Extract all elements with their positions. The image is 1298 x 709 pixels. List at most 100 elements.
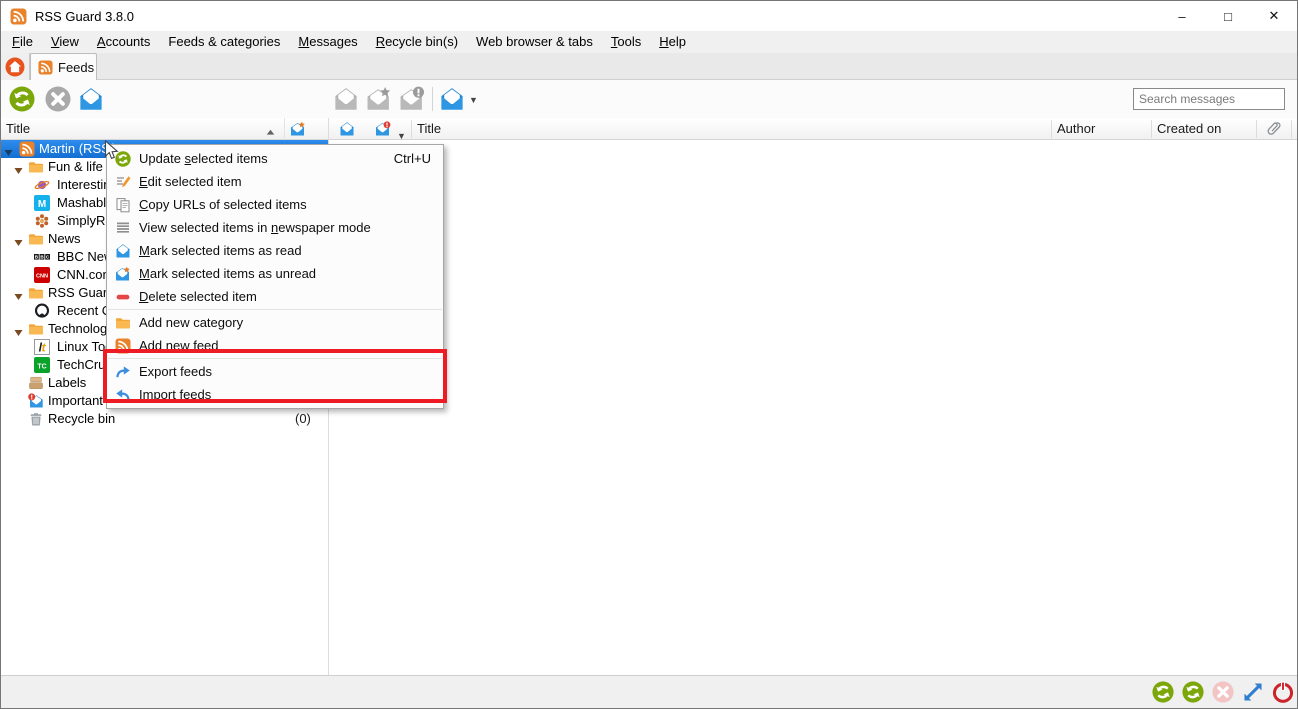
svg-text:M: M <box>38 199 46 210</box>
rss-icon <box>19 141 35 157</box>
feed-tree-item-label: Fun & life <box>48 158 103 176</box>
window-title: RSS Guard 3.8.0 <box>35 9 134 24</box>
newspaper-icon <box>115 220 131 236</box>
menu-delete-selected-item[interactable]: Delete selected item <box>107 285 443 308</box>
importance-column-icon <box>375 121 391 137</box>
statusbar-update-all-button[interactable] <box>1182 681 1204 703</box>
mark-read-disabled-button[interactable] <box>333 86 359 112</box>
menubar-item-view[interactable]: View <box>42 31 88 53</box>
menu-item-label: Mark selected items as read <box>139 243 302 258</box>
mail-open-blue-icon <box>115 243 131 259</box>
tab-feeds[interactable]: Feeds <box>30 53 97 80</box>
tab-feeds-label: Feeds <box>58 60 94 75</box>
author-column-label: Author <box>1052 121 1095 136</box>
unread-counts-column-icon <box>290 121 306 137</box>
rss-guard-window: RSS Guard 3.8.0 – □ ✕ FileViewAccountsFe… <box>0 0 1298 709</box>
svg-text:CNN: CNN <box>36 274 48 280</box>
feed-counts-column-header[interactable] <box>284 118 328 140</box>
close-button[interactable]: ✕ <box>1251 1 1297 31</box>
feed-tree-item-label: RSS Guard <box>48 284 114 302</box>
home-icon <box>5 57 25 77</box>
menu-mark-unread[interactable]: Mark selected items as unread <box>107 262 443 285</box>
expander-arrow-icon[interactable] <box>14 289 23 298</box>
rss-tab-icon <box>38 60 53 75</box>
mark-important-disabled-button[interactable] <box>399 86 425 112</box>
feed-tree-item-label: CNN.com <box>57 266 113 284</box>
mark-unread-disabled-button[interactable] <box>366 86 392 112</box>
menu-mark-read[interactable]: Mark selected items as read <box>107 239 443 262</box>
created-on-column-label: Created on <box>1152 121 1221 136</box>
header-menu-dropdown[interactable]: ▼ <box>396 118 411 140</box>
menu-item-label: Add new category <box>139 315 243 330</box>
menubar-item-feeds-categories[interactable]: Feeds & categories <box>159 31 289 53</box>
menu-newspaper-mode[interactable]: View selected items in newspaper mode <box>107 216 443 239</box>
app-rss-icon <box>10 8 27 25</box>
folder-icon <box>28 285 44 301</box>
folder-icon <box>28 231 44 247</box>
mail-star-blue-icon <box>115 266 131 282</box>
mark-all-read-button[interactable] <box>78 86 104 112</box>
mashable-icon: M <box>34 195 50 211</box>
message-title-column-header[interactable]: Title <box>412 118 1051 140</box>
menubar-item-tools[interactable]: Tools <box>602 31 650 53</box>
status-bar <box>1 675 1297 708</box>
mouse-cursor <box>104 140 120 162</box>
edit-icon <box>115 174 131 190</box>
feed-title-column-header[interactable]: Title <box>1 118 284 140</box>
tab-home[interactable] <box>1 53 30 80</box>
fullscreen-toggle-icon[interactable] <box>1242 681 1264 703</box>
planet-icon <box>34 177 50 193</box>
menu-update-selected-items[interactable]: Update selected items Ctrl+U <box>107 147 443 170</box>
svg-text:TC: TC <box>37 364 46 371</box>
tab-strip: Feeds <box>1 53 1297 80</box>
menubar-item-recycle-bin-s[interactable]: Recycle bin(s) <box>367 31 467 53</box>
expander-arrow-icon[interactable] <box>14 325 23 334</box>
menubar-item-web-browser-tabs[interactable]: Web browser & tabs <box>467 31 602 53</box>
menu-separator <box>108 309 442 310</box>
message-read-column-header[interactable] <box>332 118 364 140</box>
toolbar-separator <box>432 87 433 111</box>
labels-icon <box>28 375 44 391</box>
maximize-button[interactable]: □ <box>1205 1 1251 31</box>
read-column-icon <box>339 121 355 137</box>
stop-update-button[interactable] <box>45 86 71 112</box>
menu-item-label: Update selected items <box>139 151 268 166</box>
menubar-item-help[interactable]: Help <box>650 31 695 53</box>
menubar-item-messages[interactable]: Messages <box>289 31 366 53</box>
attachment-column-header[interactable] <box>1257 118 1291 140</box>
update-feeds-button[interactable] <box>9 86 35 112</box>
search-input[interactable] <box>1133 88 1285 110</box>
linuxtoday-icon: lt <box>34 339 50 355</box>
statusbar-update-feeds-button[interactable] <box>1152 681 1174 703</box>
created-on-column-header[interactable]: Created on <box>1152 118 1256 140</box>
minimize-button[interactable]: – <box>1159 1 1205 31</box>
menubar-item-file[interactable]: File <box>3 31 42 53</box>
feed-tree-item-recycle-bin[interactable]: Recycle bin(0) <box>1 410 328 428</box>
bbc-icon: BBC <box>34 249 50 265</box>
menu-item-shortcut: Ctrl+U <box>394 151 431 166</box>
column-headers: Title ▼ Title Author Created on <box>1 118 1297 140</box>
message-title-column-label: Title <box>412 121 441 136</box>
expander-arrow-icon[interactable] <box>14 235 23 244</box>
red-highlight-rectangle <box>103 349 447 403</box>
menu-copy-urls[interactable]: Copy URLs of selected items <box>107 193 443 216</box>
feed-tree-item-label: Labels <box>48 374 86 392</box>
delete-icon <box>115 289 131 305</box>
quit-power-button[interactable] <box>1272 681 1294 703</box>
mark-read-menu-button[interactable] <box>439 86 465 112</box>
author-column-header[interactable]: Author <box>1052 118 1151 140</box>
expander-arrow-icon[interactable] <box>4 145 13 154</box>
menubar-item-accounts[interactable]: Accounts <box>88 31 159 53</box>
feed-title-column-label: Title <box>1 121 30 136</box>
message-importance-column-header[interactable] <box>364 118 396 140</box>
statusbar-stop-disabled-button[interactable] <box>1212 681 1234 703</box>
feed-tree-item-label: News <box>48 230 81 248</box>
chevron-down-icon[interactable]: ▼ <box>469 95 478 105</box>
expander-arrow-icon[interactable] <box>14 163 23 172</box>
menu-bar: FileViewAccountsFeeds & categoriesMessag… <box>1 31 1297 53</box>
feed-tree-item-label: Interestin <box>57 176 110 194</box>
github-icon <box>34 303 50 319</box>
cnn-icon: CNN <box>34 267 50 283</box>
menu-add-new-category[interactable]: Add new category <box>107 311 443 334</box>
menu-edit-selected-item[interactable]: Edit selected item <box>107 170 443 193</box>
